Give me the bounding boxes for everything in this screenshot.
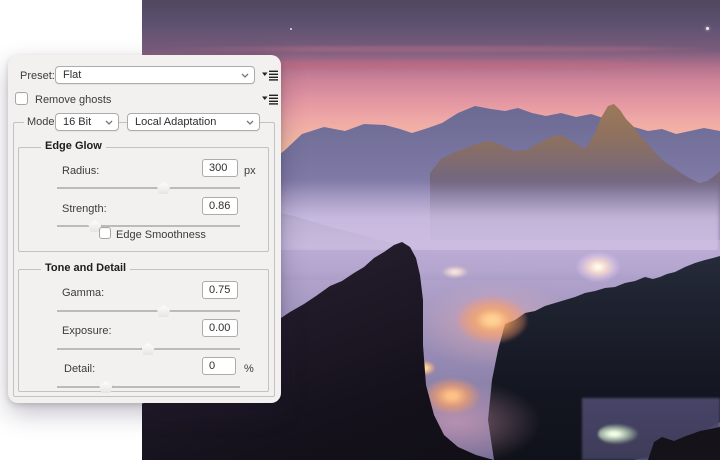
- remove-ghosts-checkbox[interactable]: [15, 92, 28, 105]
- radius-slider[interactable]: [57, 182, 240, 194]
- slider-thumb[interactable]: [99, 381, 113, 393]
- slider-track: [57, 187, 240, 189]
- photo-star: [706, 27, 709, 30]
- slider-thumb[interactable]: [157, 305, 171, 317]
- photo-village-light: [576, 252, 620, 282]
- bit-depth-value: 16 Bit: [63, 116, 92, 128]
- strength-input[interactable]: [202, 197, 238, 215]
- chevron-down-icon: [105, 120, 113, 125]
- slider-thumb[interactable]: [141, 343, 155, 355]
- exposure-slider[interactable]: [57, 343, 240, 355]
- photo-star: [290, 28, 292, 30]
- strength-label: Strength:: [62, 203, 107, 215]
- method-select[interactable]: Local Adaptation: [127, 113, 260, 131]
- tone-detail-title: Tone and Detail: [41, 262, 131, 274]
- photo-village-light: [457, 297, 527, 343]
- photo-village-light: [424, 378, 480, 414]
- preset-label: Preset:: [20, 70, 55, 82]
- preset-select[interactable]: Flat: [55, 66, 255, 84]
- edge-smoothness-checkbox[interactable]: [99, 227, 111, 239]
- radius-unit: px: [244, 165, 256, 177]
- hdr-toning-panel: Preset: Flat Remove ghosts Mode: 16 Bit: [8, 55, 281, 403]
- radius-label: Radius:: [62, 165, 100, 177]
- detail-slider[interactable]: [57, 381, 240, 393]
- preset-value: Flat: [63, 69, 82, 81]
- detail-unit: %: [244, 363, 254, 375]
- slider-track: [57, 225, 240, 227]
- radius-input[interactable]: [202, 159, 238, 177]
- screenshot-stage: Preset: Flat Remove ghosts Mode: 16 Bit: [0, 0, 720, 460]
- edge-smoothness-label: Edge Smoothness: [116, 229, 206, 241]
- chevron-down-icon: [241, 73, 249, 78]
- slider-track: [57, 386, 240, 388]
- gamma-label: Gamma:: [62, 287, 105, 299]
- detail-label: Detail:: [64, 363, 96, 375]
- detail-input[interactable]: [202, 357, 236, 375]
- slider-thumb[interactable]: [157, 182, 171, 194]
- preset-menu-icon[interactable]: [262, 70, 278, 81]
- photo-village-light: [442, 266, 468, 278]
- slider-track: [57, 310, 240, 312]
- method-value: Local Adaptation: [135, 116, 217, 128]
- edge-glow-title: Edge Glow: [41, 140, 106, 152]
- remove-ghosts-label: Remove ghosts: [35, 94, 112, 106]
- exposure-input[interactable]: [202, 319, 238, 337]
- chevron-down-icon: [246, 120, 254, 125]
- gamma-slider[interactable]: [57, 305, 240, 317]
- bit-depth-select[interactable]: 16 Bit: [55, 113, 119, 131]
- photo-cloud-streak: [142, 46, 720, 52]
- ghosts-menu-icon[interactable]: [262, 94, 278, 105]
- photo-village-light: [598, 424, 638, 444]
- exposure-label: Exposure:: [62, 325, 112, 337]
- gamma-input[interactable]: [202, 281, 238, 299]
